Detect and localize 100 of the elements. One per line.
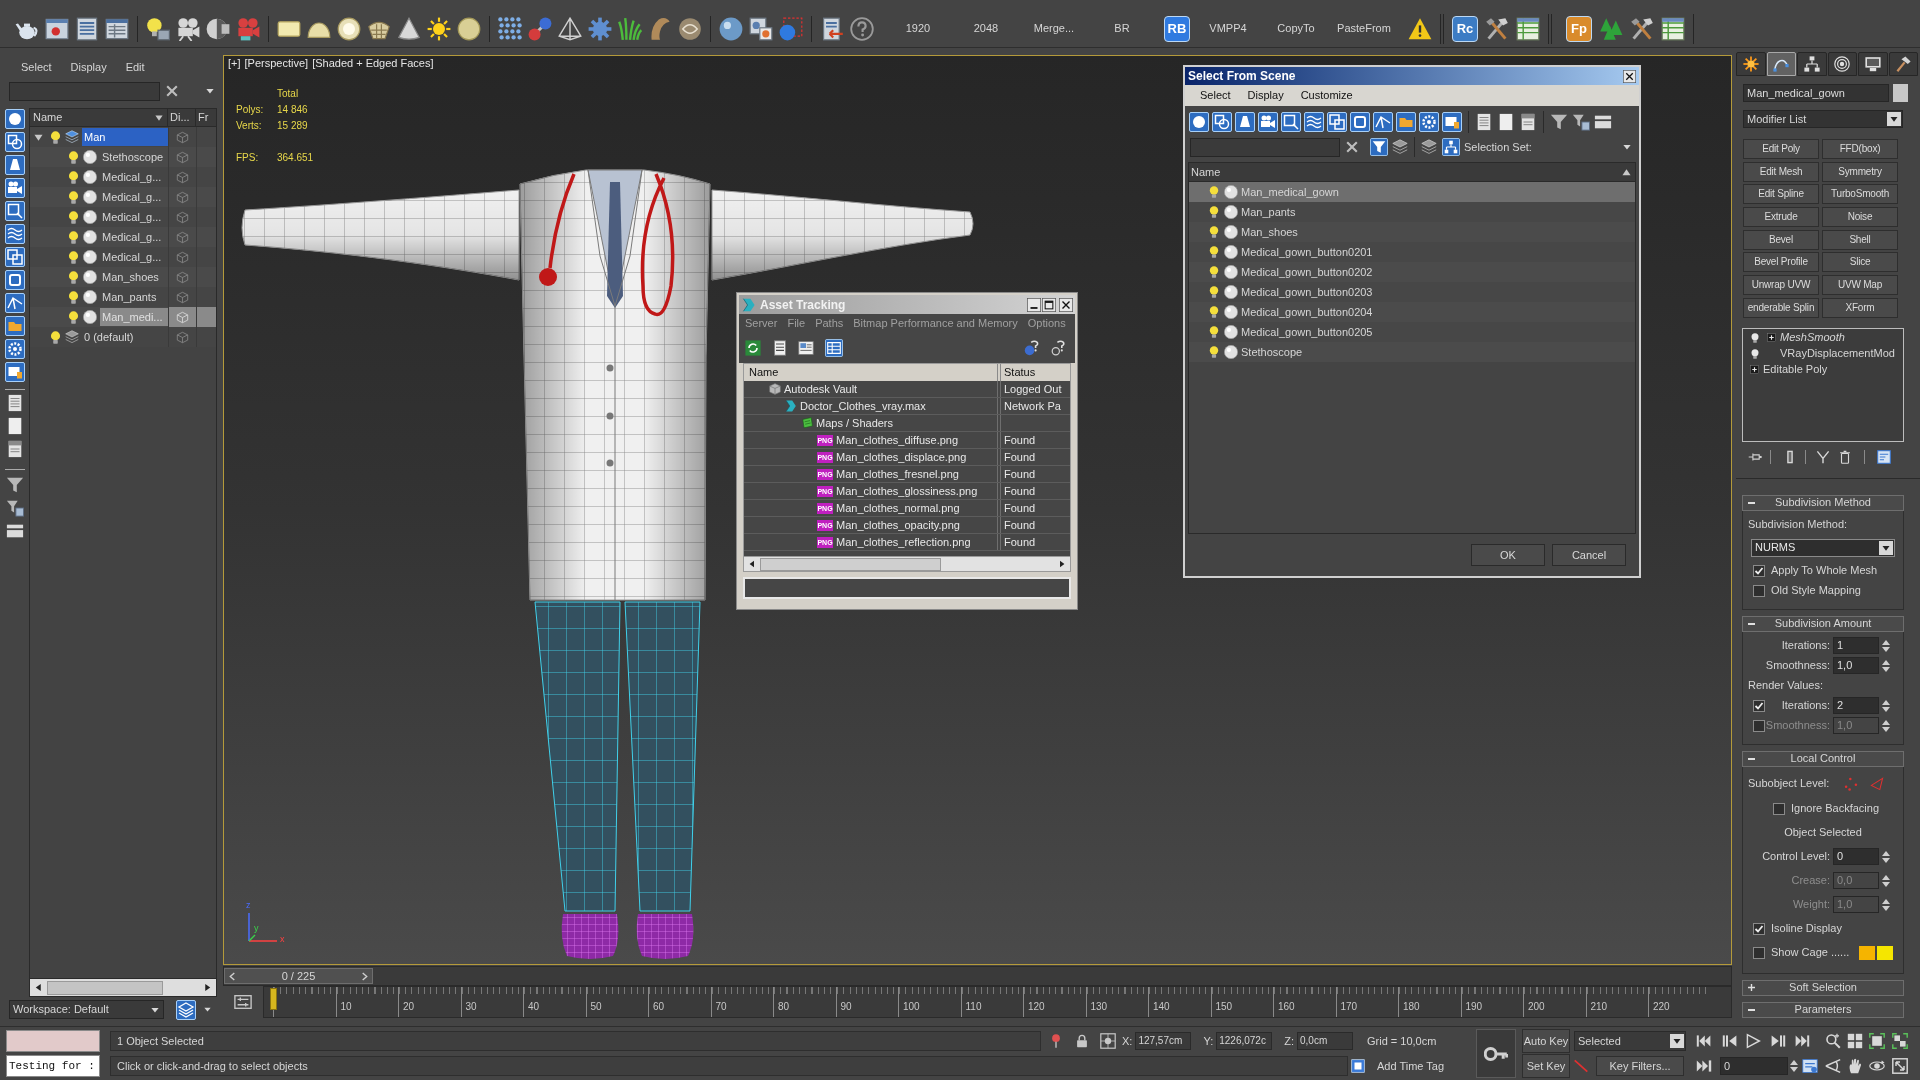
minus-icon[interactable]	[1748, 757, 1755, 760]
modifier-button[interactable]: TurboSmooth	[1822, 184, 1898, 205]
menu-item[interactable]: File	[787, 318, 806, 329]
eye-icon[interactable]	[678, 16, 702, 41]
modifier-list-dropdown[interactable]: Modifier List	[1743, 110, 1903, 128]
scroll-right-icon[interactable]	[203, 983, 212, 992]
lightbulb-icon[interactable]	[49, 130, 62, 144]
modifier-button[interactable]: Edit Mesh	[1743, 161, 1819, 182]
skip-forward-icon[interactable]	[1696, 1058, 1712, 1074]
command-tab[interactable]	[1797, 52, 1827, 76]
spinner-arrows-icon[interactable]	[1790, 1059, 1798, 1073]
column-header[interactable]: Name	[744, 364, 998, 381]
search-field[interactable]	[1190, 137, 1340, 157]
dropdown-arrow-icon[interactable]	[1623, 143, 1631, 151]
image-list-icon[interactable]	[798, 340, 814, 356]
column-header[interactable]: Status	[1000, 364, 1070, 381]
camera-icon[interactable]	[4, 178, 25, 198]
plus-icon[interactable]	[1748, 984, 1755, 992]
set-key-button[interactable]: Set Key	[1522, 1054, 1570, 1078]
spinner-arrows-icon[interactable]	[1882, 873, 1890, 888]
dialog-button[interactable]: OK	[1471, 544, 1545, 566]
key-set-dropdown[interactable]: Selected	[1574, 1031, 1686, 1051]
document-arrow-icon[interactable]	[820, 16, 844, 41]
frame-field[interactable]: 0	[1720, 1057, 1788, 1075]
folder-icon[interactable]	[1396, 112, 1416, 132]
modifier-button[interactable]: Noise	[1822, 207, 1898, 228]
spinner-arrows-icon[interactable]	[1882, 698, 1890, 713]
menu-item[interactable]: Edit	[125, 61, 145, 73]
rollout-header[interactable]: Subdivision Amount	[1742, 615, 1904, 632]
modifier-button[interactable]: Bevel Profile	[1743, 252, 1819, 273]
modifier-button[interactable]: UVW Map	[1822, 275, 1898, 296]
cone-icon[interactable]	[397, 16, 421, 41]
go-to-end-icon[interactable]	[1794, 1033, 1810, 1049]
menu-item[interactable]: Select	[1200, 90, 1231, 101]
timeline-ruler[interactable]: 10 20 30 40 50 60 70 80 90 100 110 120 130 140 150 160 170 180 190 200 210 220	[263, 986, 1732, 1018]
help-icon[interactable]	[1024, 340, 1040, 356]
list-item[interactable]: Man_medical_gown	[1189, 182, 1635, 202]
toolbar-button[interactable]: Merge...	[1020, 23, 1088, 34]
monitor-icon[interactable]	[1864, 56, 1881, 72]
viewport-label[interactable]: [Shaded + Edged Faces]	[312, 58, 434, 69]
shapes-icon[interactable]	[1212, 112, 1232, 132]
refresh-icon[interactable]	[745, 340, 761, 356]
tree-item[interactable]: Medical_g...	[30, 187, 216, 207]
modifier-button[interactable]: Shell	[1822, 229, 1898, 250]
color-swatch-icon[interactable]	[1859, 945, 1875, 960]
key-button[interactable]	[1476, 1029, 1516, 1078]
strip-icon[interactable]	[5, 522, 24, 540]
rollout-header[interactable]: Parameters	[1742, 1001, 1904, 1018]
funnel-icon[interactable]	[1550, 113, 1568, 131]
zoom-icon[interactable]	[1825, 1033, 1841, 1049]
square-tile-icon[interactable]	[1351, 1059, 1365, 1073]
lightbulb-icon[interactable]	[67, 290, 80, 304]
menu-item[interactable]: Bitmap Performance and Memory	[853, 318, 1018, 329]
table-icon[interactable]	[825, 339, 843, 357]
dot-grid-icon[interactable]	[498, 16, 522, 41]
camera-icon[interactable]	[236, 16, 260, 41]
container-icon[interactable]	[4, 362, 25, 382]
tools-icon[interactable]	[1630, 16, 1654, 41]
command-tab[interactable]	[1766, 52, 1796, 76]
warning-icon[interactable]	[1408, 16, 1432, 41]
sort-arrow-icon[interactable]	[155, 113, 163, 122]
next-frame-icon[interactable]	[1770, 1033, 1786, 1049]
spinner-arrows-icon[interactable]	[1882, 658, 1890, 673]
grass-icon[interactable]	[618, 16, 642, 41]
list-icon[interactable]	[772, 340, 788, 356]
squares-icon[interactable]	[1327, 112, 1347, 132]
toolbar-button[interactable]: 2048	[952, 23, 1020, 34]
color-swatch-icon[interactable]	[1877, 945, 1893, 960]
modifier-button[interactable]: Unwrap UVW	[1743, 275, 1819, 296]
layers-icon[interactable]	[1392, 139, 1408, 155]
dropdown-arrow-icon[interactable]	[151, 1005, 159, 1014]
lightbulb-icon[interactable]	[67, 270, 80, 284]
wave-icon[interactable]	[1304, 112, 1324, 132]
lightbulb-icon[interactable]	[1208, 206, 1220, 218]
list-item[interactable]: Man_shoes	[1189, 222, 1635, 242]
spinner-field[interactable]: 0	[1833, 848, 1879, 866]
modifier-button[interactable]: XForm	[1822, 297, 1898, 318]
trees-icon[interactable]	[1599, 16, 1623, 41]
modifier-button[interactable]: Bevel	[1743, 229, 1819, 250]
menu-item[interactable]: Customize	[1300, 90, 1353, 101]
branch-icon[interactable]	[4, 293, 25, 313]
hierarchy-icon[interactable]	[1803, 56, 1820, 72]
expand-box-icon[interactable]	[1750, 365, 1759, 375]
filter-icon[interactable]	[1370, 138, 1388, 156]
corner-frame-squares-icon[interactable]	[1892, 1033, 1908, 1049]
spinner-arrows-icon[interactable]	[1882, 718, 1890, 733]
lightbulb-icon[interactable]	[67, 310, 80, 324]
auto-key-button[interactable]: Auto Key	[1522, 1029, 1570, 1053]
spinner-field[interactable]: 2	[1833, 697, 1879, 715]
menu-item[interactable]: Options	[1027, 318, 1066, 329]
clear-icon[interactable]	[1346, 141, 1358, 153]
funnel-list-icon[interactable]	[5, 499, 24, 517]
previous-frame-icon[interactable]	[228, 971, 237, 981]
minus-icon[interactable]	[1748, 622, 1755, 625]
list-item[interactable]: Medical_gown_button0202	[1189, 262, 1635, 282]
lightbulb-icon[interactable]	[1208, 246, 1220, 258]
dropdown-arrow-icon[interactable]	[206, 87, 214, 95]
lightbulb-icon[interactable]	[67, 250, 80, 264]
time-slider-thumb[interactable]: 0 / 225	[224, 968, 373, 984]
folder-icon[interactable]	[4, 316, 25, 336]
